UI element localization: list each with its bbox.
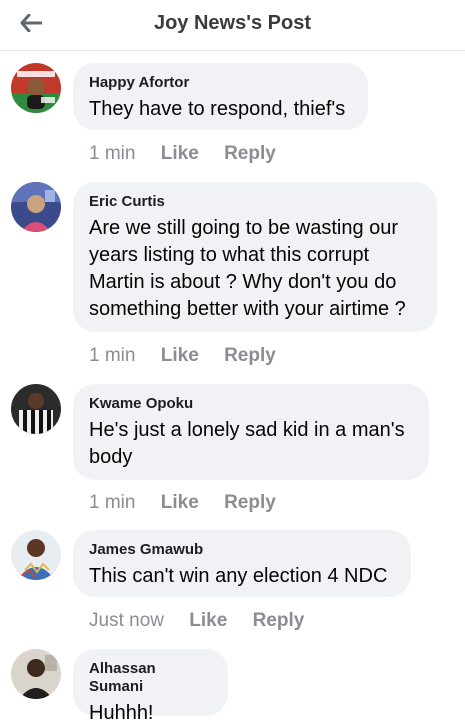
comment-text: This can't win any election 4 NDC [89,565,388,587]
like-button[interactable]: Like [161,345,199,367]
like-button[interactable]: Like [189,610,227,632]
reply-button[interactable]: Reply [224,143,276,165]
avatar[interactable] [11,182,61,232]
comment-bubble: James Gmawub This can't win any election… [73,530,411,597]
comment-author[interactable]: Alhassan Sumani [89,660,212,696]
comment-timestamp: 1 min [89,345,136,366]
like-button[interactable]: Like [161,143,199,165]
comment-bubble: Eric Curtis Are we still going to be was… [73,182,437,332]
avatar[interactable] [11,63,61,113]
comment-bubble: Alhassan Sumani Huhhh! [73,649,228,724]
comment-author[interactable]: Kwame Opoku [89,395,413,413]
avatar[interactable] [11,649,61,699]
comment-timestamp: 1 min [89,143,136,164]
comment-text: He's just a lonely sad kid in a man's bo… [89,419,405,468]
comment-timestamp: Just now [89,610,164,631]
comment-actions: 1 min Like Reply [89,345,276,367]
comment-author[interactable]: Happy Afortor [89,74,352,92]
comment-text: They have to respond, thief's [89,98,346,120]
comment-author[interactable]: Eric Curtis [89,193,421,211]
comment-actions: 1 min Like Reply [89,143,276,165]
page-title: Joy News's Post [153,12,312,34]
like-button[interactable]: Like [161,492,199,514]
reply-button[interactable]: Reply [253,610,305,632]
comment-actions: 1 min Like Reply [89,492,276,514]
comment-text: Huhhh! [89,702,154,724]
comment-text: Are we still going to be wasting our yea… [89,217,406,320]
comment-author[interactable]: James Gmawub [89,541,395,559]
reply-button[interactable]: Reply [224,345,276,367]
comment-actions: Just now Like Reply [89,610,304,632]
avatar[interactable] [11,530,61,580]
comment-bubble: Kwame Opoku He's just a lonely sad kid i… [73,384,429,480]
avatar[interactable] [11,384,61,434]
reply-button[interactable]: Reply [224,492,276,514]
header-bar: Joy News's Post [0,0,465,51]
comment-timestamp: 1 min [89,492,136,513]
comment-bubble: Happy Afortor They have to respond, thie… [73,63,368,130]
